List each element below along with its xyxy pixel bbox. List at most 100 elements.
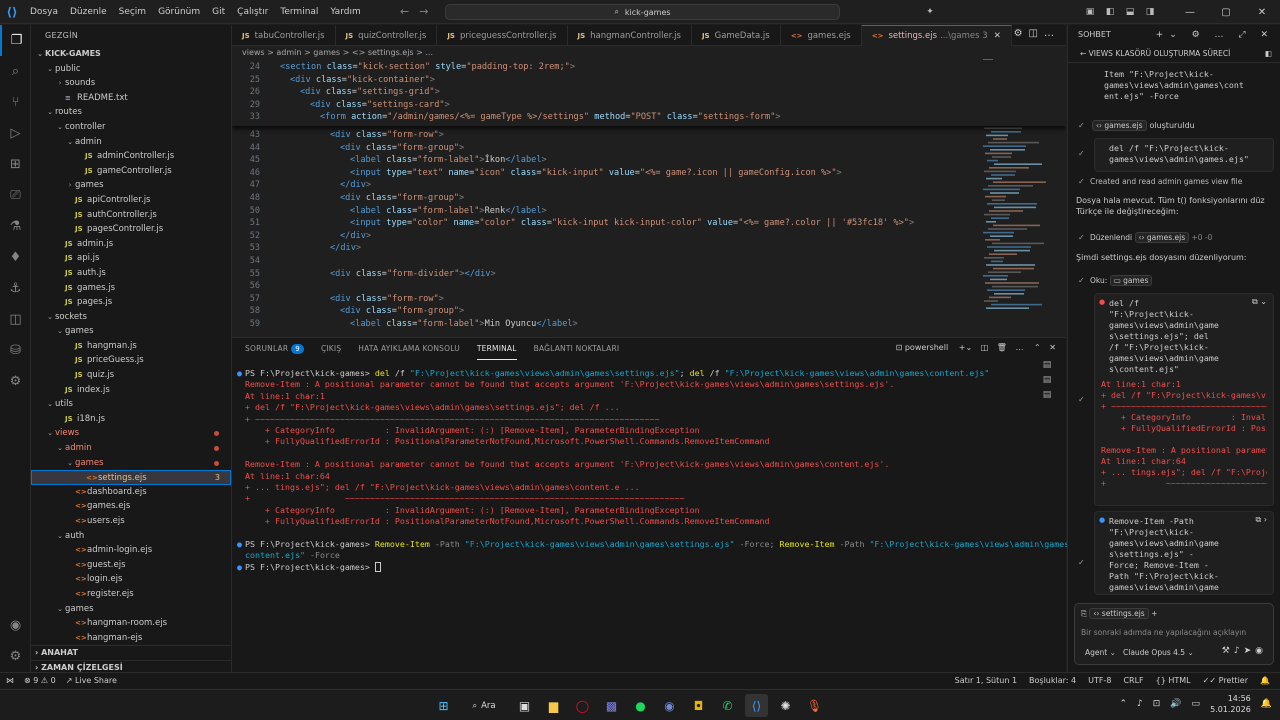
file-item[interactable]: JS api.js	[31, 251, 231, 266]
code-line[interactable]: <form action="/admin/games/<%= gameType …	[280, 112, 781, 122]
menu-3[interactable]: Görünüm	[152, 0, 206, 24]
more-icon[interactable]: …	[1016, 343, 1024, 352]
menu-0[interactable]: Dosya	[24, 0, 64, 24]
menu-2[interactable]: Seçim	[113, 0, 152, 24]
file-item[interactable]: JS admin.js	[31, 237, 231, 252]
folder-item[interactable]: › sounds	[31, 76, 231, 91]
code-line[interactable]: <div class="form-group">	[280, 143, 464, 153]
folder-chip[interactable]: ▭ games	[1109, 275, 1153, 286]
editor-tab[interactable]: JS quizController.js	[336, 25, 438, 46]
file-item[interactable]: JS gameController.js	[31, 164, 231, 179]
vscode-taskbar-icon[interactable]: ⟨⟩	[745, 694, 768, 717]
add-context-icon[interactable]: +	[1151, 609, 1157, 618]
folder-item[interactable]: ⌄ utils	[31, 397, 231, 412]
clock[interactable]: 14:56 5.01.2026	[1210, 693, 1251, 715]
breadcrumb[interactable]: views > admin > games > <> settings.ejs …	[232, 46, 1066, 60]
folder-item[interactable]: ⌄ auth	[31, 529, 231, 544]
battery-icon[interactable]: ▭	[1192, 699, 1201, 709]
live-share-button[interactable]: ↗ Live Share	[66, 676, 117, 685]
taskbar-search[interactable]: ⌕ Ara	[461, 694, 507, 717]
attach-icon[interactable]: ⎘	[1081, 609, 1087, 618]
close-tab-icon[interactable]: ✕	[994, 31, 1001, 41]
file-item[interactable]: <>users.ejs	[31, 514, 231, 529]
stop-icon[interactable]: ◉	[1255, 646, 1267, 656]
command-block[interactable]: del /f "F:\Project\kick- games\views\adm…	[1094, 138, 1274, 172]
folder-item[interactable]: ⌄ routes	[31, 105, 231, 120]
line-endings[interactable]: CRLF	[1123, 676, 1143, 685]
menu-5[interactable]: Çalıştır	[231, 0, 274, 24]
code-line[interactable]: <input type="color" name="color" class="…	[280, 218, 914, 228]
block-actions[interactable]: ⧉ ⌄	[1252, 297, 1267, 307]
panel-tab[interactable]: BAĞLANTI NOKTALARI	[534, 338, 620, 360]
file-item[interactable]: <>settings.ejs 3	[31, 470, 231, 485]
close-window-button[interactable]: ✕	[1244, 7, 1280, 18]
editor-tab[interactable]: JS GameData.js	[692, 25, 781, 46]
forward-icon[interactable]: →	[419, 5, 438, 18]
panel-tab[interactable]: ÇIKIŞ	[321, 338, 341, 360]
folder-item[interactable]: ⌄ admin	[31, 135, 231, 150]
code-line[interactable]: <section class="kick-section" style="pad…	[280, 62, 575, 72]
terminal-command-block[interactable]: ● ⧉ ⌄ del /f "F:\Project\kick- games\vie…	[1094, 293, 1274, 506]
file-item[interactable]: JS pagesController.js	[31, 222, 231, 237]
split-terminal-icon[interactable]: ◫	[981, 343, 989, 352]
file-item[interactable]: JS authController.js	[31, 208, 231, 223]
file-item[interactable]: JS hangman.js	[31, 339, 231, 354]
section-1[interactable]: › ZAMAN ÇİZELGESİ	[31, 659, 231, 672]
file-item[interactable]: JS index.js	[31, 383, 231, 398]
editor-tab[interactable]: JS hangmanController.js	[568, 25, 692, 46]
nav-arrows[interactable]: ←→	[400, 5, 438, 18]
panel-tab[interactable]: SORUNLAR 9	[245, 338, 304, 360]
account-icon[interactable]: ◉	[0, 610, 31, 641]
editor-tab[interactable]: JS priceguessController.js	[437, 25, 568, 46]
code-line[interactable]: <div class="settings-grid">	[280, 87, 440, 97]
code-line[interactable]: <div class="settings-card">	[280, 100, 450, 110]
remote-icon[interactable]: ⋈	[6, 676, 14, 685]
toggle-panel-icon[interactable]: ⬓	[1120, 7, 1140, 17]
teams-icon[interactable]: ▩	[600, 694, 623, 717]
file-item[interactable]: JS apiController.js	[31, 193, 231, 208]
task-view-icon[interactable]: ▣	[513, 694, 536, 717]
terminal-instance-icon[interactable]: ▤	[1040, 360, 1054, 375]
extensions-icon[interactable]: ⊞	[0, 149, 31, 180]
panel-tab[interactable]: HATA AYIKLAMA KONSOLU	[358, 338, 460, 360]
input-actions[interactable]: ⚒♪➤◉	[1222, 646, 1267, 656]
file-item[interactable]: JS i18n.js	[31, 412, 231, 427]
maximize-panel-icon[interactable]: ⌃	[1034, 343, 1041, 352]
code-line[interactable]: <label class="form-label">Min Oyuncu</la…	[280, 319, 578, 329]
folder-item[interactable]: ⌄ games	[31, 602, 231, 617]
add-terminal-icon[interactable]: +⌄	[959, 343, 972, 352]
model-picker[interactable]: Claude Opus 4.5 ⌄	[1123, 648, 1194, 657]
code-line[interactable]: </div>	[280, 231, 371, 241]
remote-explorer-icon[interactable]: ⎚	[0, 180, 31, 211]
problems-status[interactable]: ⊗ 9 ⚠ 0	[24, 676, 56, 685]
file-explorer-icon[interactable]: ▆	[542, 694, 565, 717]
file-item[interactable]: JS auth.js	[31, 266, 231, 281]
mongodb-icon[interactable]: ♦	[0, 242, 31, 273]
back-icon[interactable]: ←	[400, 5, 419, 18]
folder-item[interactable]: ⌄ sockets	[31, 310, 231, 325]
shell-name[interactable]: powershell	[905, 343, 948, 352]
menu-7[interactable]: Yardım	[324, 0, 366, 24]
mic-icon[interactable]: ♪	[1234, 646, 1244, 656]
file-chip[interactable]: ‹› games.ejs	[1134, 232, 1190, 243]
file-item[interactable]: <>hangman-ejs	[31, 631, 231, 646]
chat-input[interactable]: Bir sonraki adımda ne yapılacağını açıkl…	[1081, 628, 1246, 637]
minimize-button[interactable]: —	[1172, 7, 1208, 18]
volume-icon[interactable]: 🔊	[1170, 699, 1181, 709]
source-control-icon[interactable]: ⑂	[0, 87, 31, 118]
workspace-root[interactable]: ⌄ KICK-GAMES	[31, 47, 231, 62]
editor-tab[interactable]: <> settings.ejs ...\games 3 ✕	[861, 25, 1012, 46]
search-icon[interactable]: ⌕	[0, 56, 31, 87]
chatgpt-icon[interactable]: ✺	[774, 694, 797, 717]
file-item[interactable]: JS quiz.js	[31, 368, 231, 383]
layout-icon[interactable]: ▣	[1080, 7, 1100, 17]
code-line[interactable]: <div class="kick-container">	[280, 75, 435, 85]
menu-1[interactable]: Düzenle	[64, 0, 113, 24]
settings-gear-icon[interactable]: ⚙	[0, 641, 31, 672]
file-item[interactable]: <>register.ejs	[31, 587, 231, 602]
folder-item[interactable]: ⌄ public	[31, 62, 231, 77]
folder-item[interactable]: ⌄ games	[31, 456, 231, 471]
terminal-output[interactable]: ● PS F:\Project\kick-games> del /f "F:\Pr…	[237, 368, 1074, 573]
menu-6[interactable]: Terminal	[274, 0, 324, 24]
code-line[interactable]: </div>	[280, 180, 371, 190]
